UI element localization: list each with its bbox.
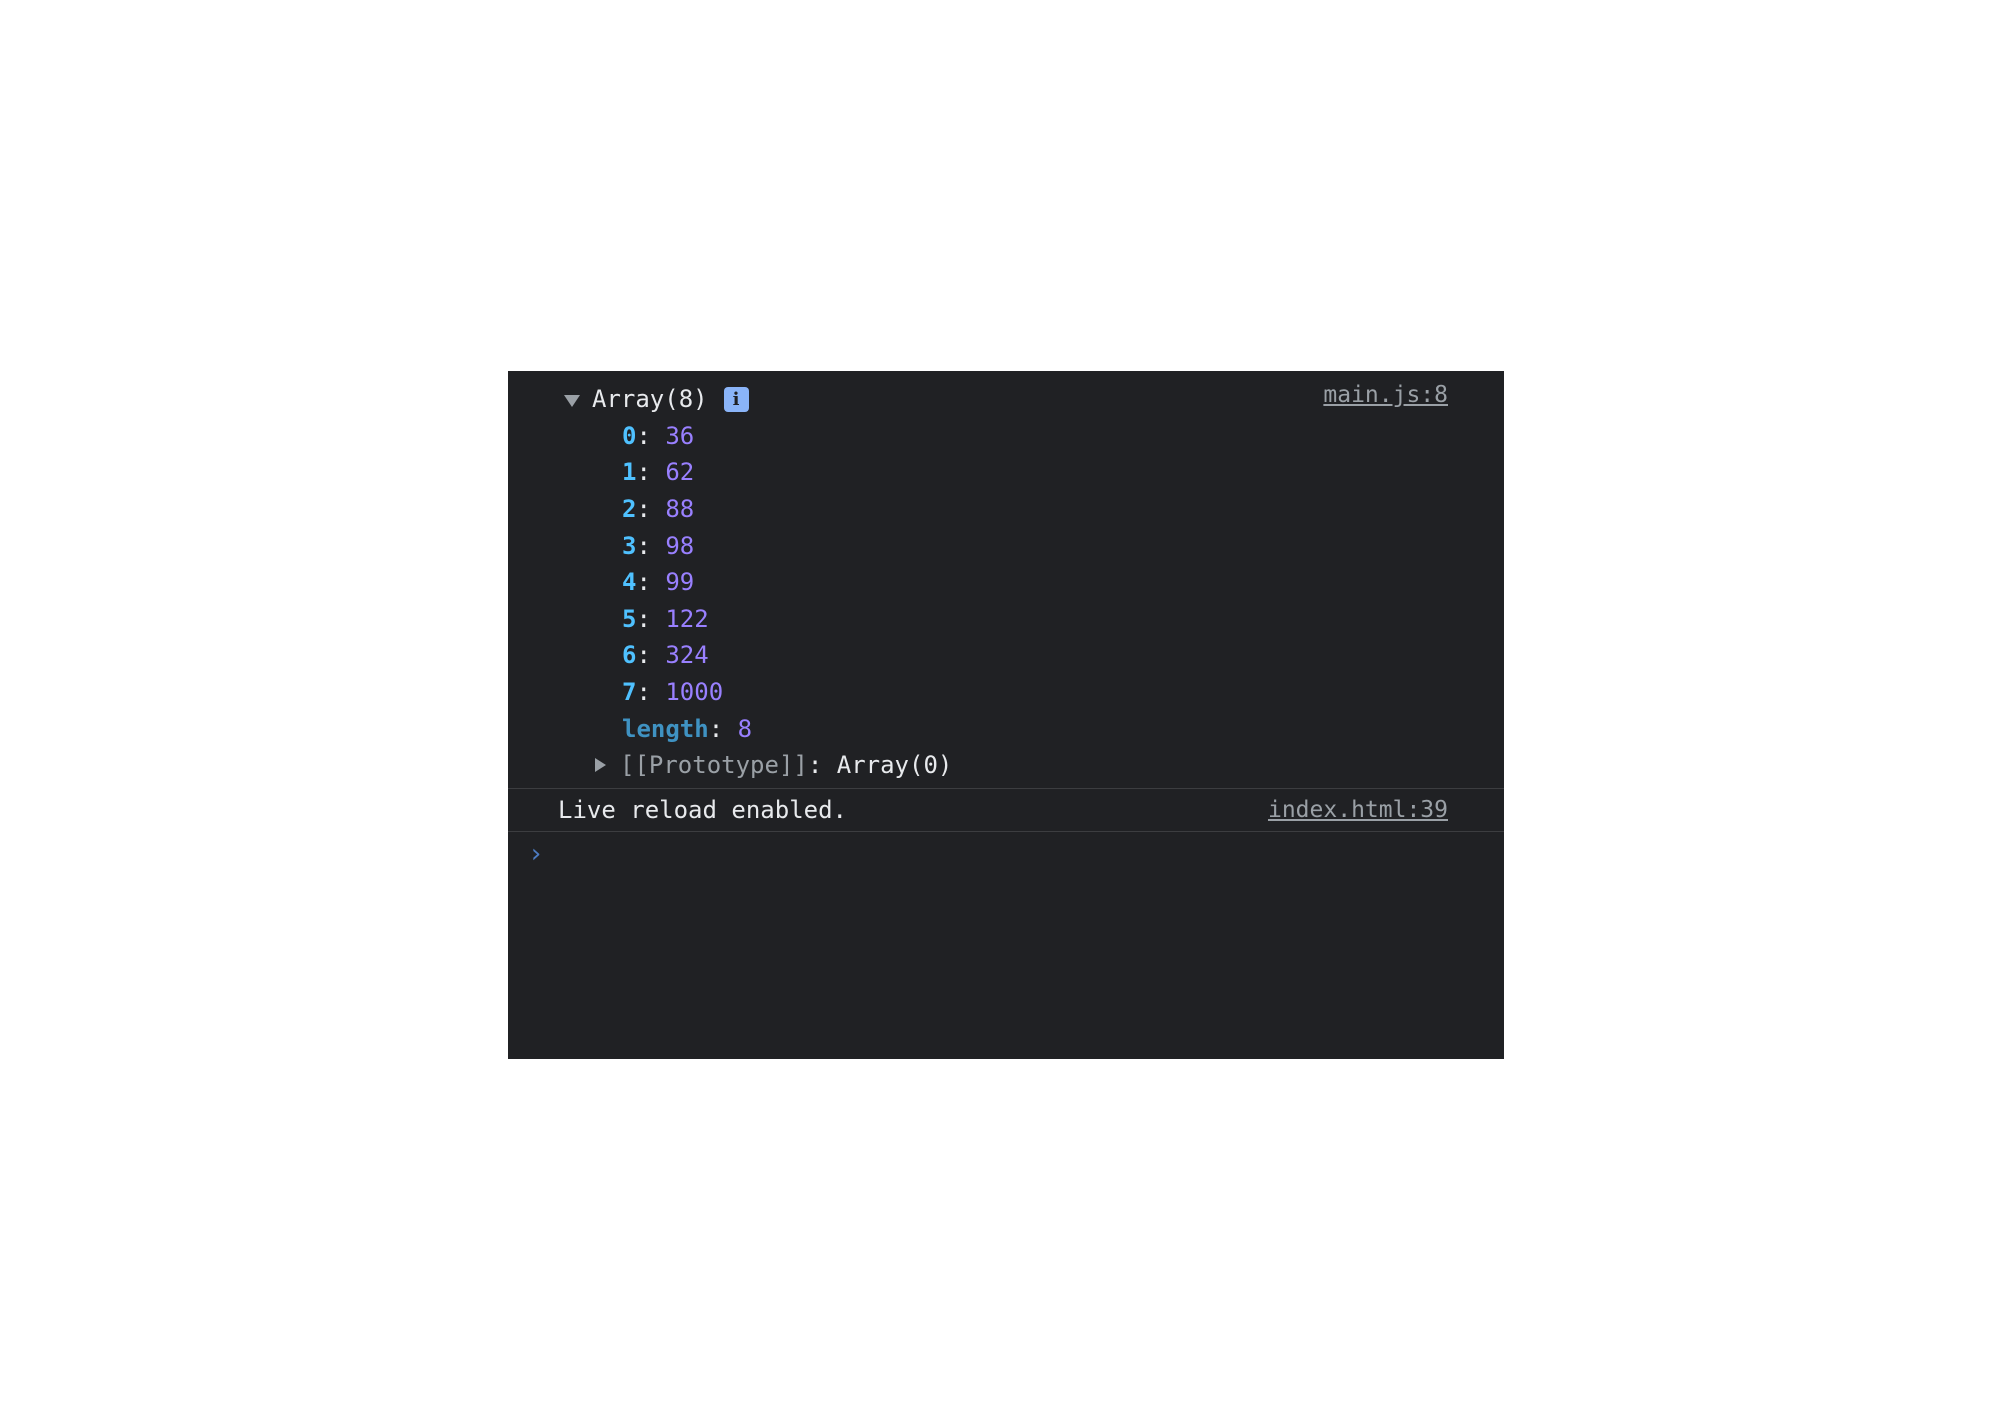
array-value: 98 xyxy=(665,531,695,560)
console-log-entry-array: main.js:8 Array(8) i 0: 36 1: 62 2: 88 3… xyxy=(508,371,1504,789)
console-prompt[interactable]: › xyxy=(508,832,1504,876)
log-message: Live reload enabled. xyxy=(558,795,847,824)
colon: : xyxy=(636,531,666,560)
array-length: length: 8 xyxy=(508,710,1504,747)
array-value: 1000 xyxy=(665,678,724,707)
colon: : xyxy=(636,421,666,450)
array-value: 122 xyxy=(665,604,709,633)
colon: : xyxy=(636,604,666,633)
array-label: Array(8) xyxy=(592,385,708,414)
info-icon[interactable]: i xyxy=(723,386,749,412)
colon: : xyxy=(636,568,666,597)
expand-triangle-icon[interactable] xyxy=(595,758,606,773)
prototype-value: Array(0) xyxy=(836,751,953,780)
array-value: 88 xyxy=(665,495,695,524)
colon: : xyxy=(807,751,837,780)
length-key: length xyxy=(622,714,709,743)
array-item: 3: 98 xyxy=(508,527,1504,564)
source-link[interactable]: main.js:8 xyxy=(1323,377,1448,413)
console-log-entry-message: Live reload enabled. index.html:39 xyxy=(508,789,1504,832)
colon: : xyxy=(636,495,666,524)
array-index: 6 xyxy=(622,641,637,670)
array-value: 62 xyxy=(665,458,695,487)
expand-triangle-icon[interactable] xyxy=(564,395,580,408)
colon: : xyxy=(636,641,666,670)
array-item: 0: 36 xyxy=(508,418,1504,455)
length-value: 8 xyxy=(737,714,753,743)
array-value: 99 xyxy=(665,568,695,597)
colon: : xyxy=(636,458,666,487)
array-index: 3 xyxy=(622,531,637,560)
array-index: 1 xyxy=(622,458,637,487)
source-link[interactable]: index.html:39 xyxy=(1268,792,1448,828)
array-index: 5 xyxy=(622,604,637,633)
console-input[interactable] xyxy=(555,834,1504,873)
array-value: 36 xyxy=(665,421,695,450)
colon: : xyxy=(636,678,666,707)
array-index: 0 xyxy=(622,421,637,450)
devtools-console: main.js:8 Array(8) i 0: 36 1: 62 2: 88 3… xyxy=(508,371,1504,1059)
array-item: 2: 88 xyxy=(508,491,1504,528)
array-index: 7 xyxy=(622,678,637,707)
array-item: 5: 122 xyxy=(508,601,1504,638)
prototype-key: [[Prototype]] xyxy=(620,751,808,780)
array-value: 324 xyxy=(665,641,709,670)
prompt-chevron-icon: › xyxy=(528,838,544,869)
prototype-row[interactable]: [[Prototype]]: Array(0) xyxy=(508,747,1504,784)
array-item: 7: 1000 xyxy=(508,674,1504,711)
array-item: 1: 62 xyxy=(508,454,1504,491)
array-item: 4: 99 xyxy=(508,564,1504,601)
array-item: 6: 324 xyxy=(508,637,1504,674)
array-index: 4 xyxy=(622,568,637,597)
array-index: 2 xyxy=(622,495,637,524)
colon: : xyxy=(708,714,738,743)
